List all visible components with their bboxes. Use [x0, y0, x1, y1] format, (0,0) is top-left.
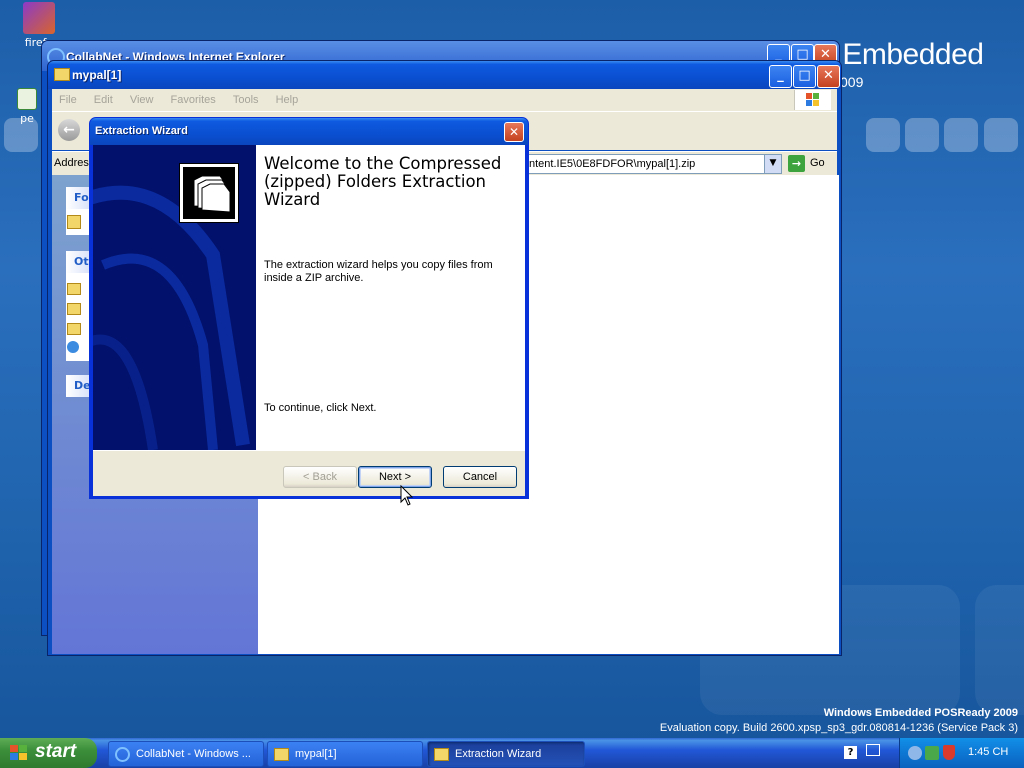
folder-icon[interactable] — [67, 323, 81, 335]
explorer-window-title: mypal[1] — [72, 68, 122, 82]
wizard-side-banner — [93, 145, 256, 450]
help-icon[interactable]: ? — [844, 746, 857, 759]
system-tray: 1:45 CH — [899, 738, 1024, 768]
back-button[interactable]: < Back — [283, 466, 357, 488]
start-button[interactable]: start — [0, 738, 97, 768]
desktop-watermark-shape-2 — [975, 585, 1024, 715]
address-dropdown-button[interactable]: ▼ — [764, 154, 782, 174]
taskbar-item-label: Extraction Wizard — [455, 748, 542, 760]
folder-icon[interactable] — [67, 303, 81, 315]
folder-icon — [434, 748, 449, 761]
clock[interactable]: 1:45 CH — [968, 746, 1008, 758]
desktop-brand-year: 009 — [840, 74, 864, 90]
explorer-close-button[interactable]: ✕ — [817, 65, 840, 88]
cancel-button[interactable]: Cancel — [443, 466, 517, 488]
menu-file[interactable]: File — [52, 89, 84, 111]
wizard-title-bar[interactable]: Extraction Wizard ✕ — [90, 118, 528, 145]
address-value: ntent.IE5\0E8FDFOR\mypal[1].zip — [529, 158, 696, 170]
wizard-heading: Welcome to the Compressed (zipped) Folde… — [264, 154, 502, 209]
go-arrow-icon: → — [788, 155, 805, 172]
wizard-close-button[interactable]: ✕ — [504, 122, 524, 142]
address-label: Addres — [54, 157, 89, 169]
next-button[interactable]: Next > — [358, 466, 432, 488]
taskbar-item-label: mypal[1] — [295, 748, 337, 760]
go-label: Go — [810, 157, 825, 169]
menu-tools[interactable]: Tools — [226, 89, 266, 111]
wizard-continue-text: To continue, click Next. — [264, 402, 377, 414]
desktop-icon-program[interactable]: pe — [10, 88, 44, 125]
desktop-icon-label: pe — [20, 112, 34, 125]
explorer-maximize-button[interactable]: □ — [793, 65, 816, 88]
back-arrow-icon[interactable]: ← — [58, 119, 80, 141]
watermark-build: Evaluation copy. Build 2600.xpsp_sp3_gdr… — [659, 722, 1018, 734]
taskbar-item-mypal[interactable]: mypal[1] — [267, 741, 423, 767]
windows-flag-icon — [10, 745, 28, 761]
restore-windows-icon[interactable] — [866, 744, 880, 756]
wizard-title: Extraction Wizard — [95, 125, 188, 137]
network-icon[interactable] — [67, 341, 79, 353]
folder-icon — [274, 748, 289, 761]
extraction-wizard-dialog[interactable]: Extraction Wizard ✕ Welcome to the Compr… — [89, 117, 529, 499]
menu-edit[interactable]: Edit — [87, 89, 120, 111]
zip-folder-icon — [179, 163, 239, 223]
desktop-brand-text: s Embedded — [820, 38, 984, 71]
explorer-menu-bar: File Edit View Favorites Tools Help — [52, 89, 837, 111]
explorer-minimize-button[interactable]: _ — [769, 65, 792, 88]
wizard-body: Welcome to the Compressed (zipped) Folde… — [93, 145, 525, 496]
folder-icon[interactable] — [67, 283, 81, 295]
wizard-description: The extraction wizard helps you copy fil… — [264, 259, 493, 284]
taskbar-item-label: CollabNet - Windows ... — [136, 748, 251, 760]
windows-logo-icon — [794, 90, 831, 110]
program-icon — [17, 88, 37, 110]
mouse-cursor-icon — [400, 485, 414, 506]
folder-icon — [54, 68, 70, 81]
firefox-icon — [23, 2, 55, 34]
watermark-title: Windows Embedded POSReady 2009 — [823, 707, 1018, 719]
taskbar: start CollabNet - Windows ... mypal[1] E… — [0, 738, 1024, 768]
go-button[interactable]: → Go — [786, 154, 832, 174]
explorer-title-bar[interactable]: mypal[1] _ □ ✕ — [48, 61, 841, 89]
network-tray-icon[interactable] — [908, 746, 922, 760]
connection-tray-icon[interactable] — [925, 746, 939, 760]
menu-view[interactable]: View — [123, 89, 161, 111]
start-label: start — [35, 741, 77, 762]
taskbar-item-collabnet[interactable]: CollabNet - Windows ... — [108, 741, 264, 767]
menu-help[interactable]: Help — [269, 89, 306, 111]
taskbar-item-extraction-wizard[interactable]: Extraction Wizard — [427, 741, 585, 767]
ie-icon — [115, 747, 130, 762]
wizard-button-bar: < Back Next > Cancel — [93, 450, 525, 496]
menu-favorites[interactable]: Favorites — [164, 89, 223, 111]
security-shield-icon[interactable] — [943, 745, 955, 760]
folder-icon — [67, 215, 81, 229]
